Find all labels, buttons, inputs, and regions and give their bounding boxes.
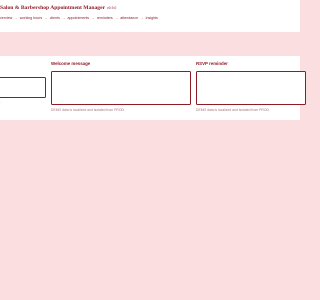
nav-separator: →: [44, 16, 48, 20]
welcome-message-input[interactable]: [51, 71, 191, 105]
left-field-input[interactable]: [0, 77, 46, 98]
nav-separator: →: [61, 16, 66, 20]
rsvp-reminder-hint: DEMO data is localized and isolated from…: [196, 108, 270, 112]
nav-reminders[interactable]: reminders: [97, 16, 113, 20]
nav-clients[interactable]: clients: [50, 16, 60, 20]
app-header: Salon & Barbershop Appointment Manager v0…: [0, 0, 300, 32]
nav-separator: →: [140, 16, 144, 20]
settings-panel: . Welcome message DEMO data is localized…: [0, 56, 306, 120]
welcome-message-label: Welcome message: [51, 61, 91, 66]
nav-insights[interactable]: insights: [146, 16, 158, 20]
welcome-message-hint: DEMO data is localized and isolated from…: [51, 108, 125, 112]
nav-separator: →: [91, 16, 95, 20]
rsvp-reminder-input[interactable]: [196, 71, 306, 105]
breadcrumb-nav: verview → working hours → clients → appo…: [0, 16, 158, 20]
version-badge: v0.9.0: [107, 6, 117, 10]
left-field-hint: .: [0, 100, 1, 104]
nav-separator: →: [114, 16, 119, 20]
app-title-text: Salon & Barbershop Appointment Manager: [0, 5, 106, 11]
nav-working-hours[interactable]: working hours: [20, 16, 42, 20]
nav-appointments[interactable]: appointments: [68, 16, 90, 20]
app-title: Salon & Barbershop Appointment Manager v0…: [0, 5, 116, 11]
nav-attendance[interactable]: attendance: [120, 16, 138, 20]
nav-overview[interactable]: verview: [0, 16, 12, 20]
rsvp-reminder-label: RSVP reminder: [196, 61, 228, 66]
nav-separator: →: [14, 16, 18, 20]
